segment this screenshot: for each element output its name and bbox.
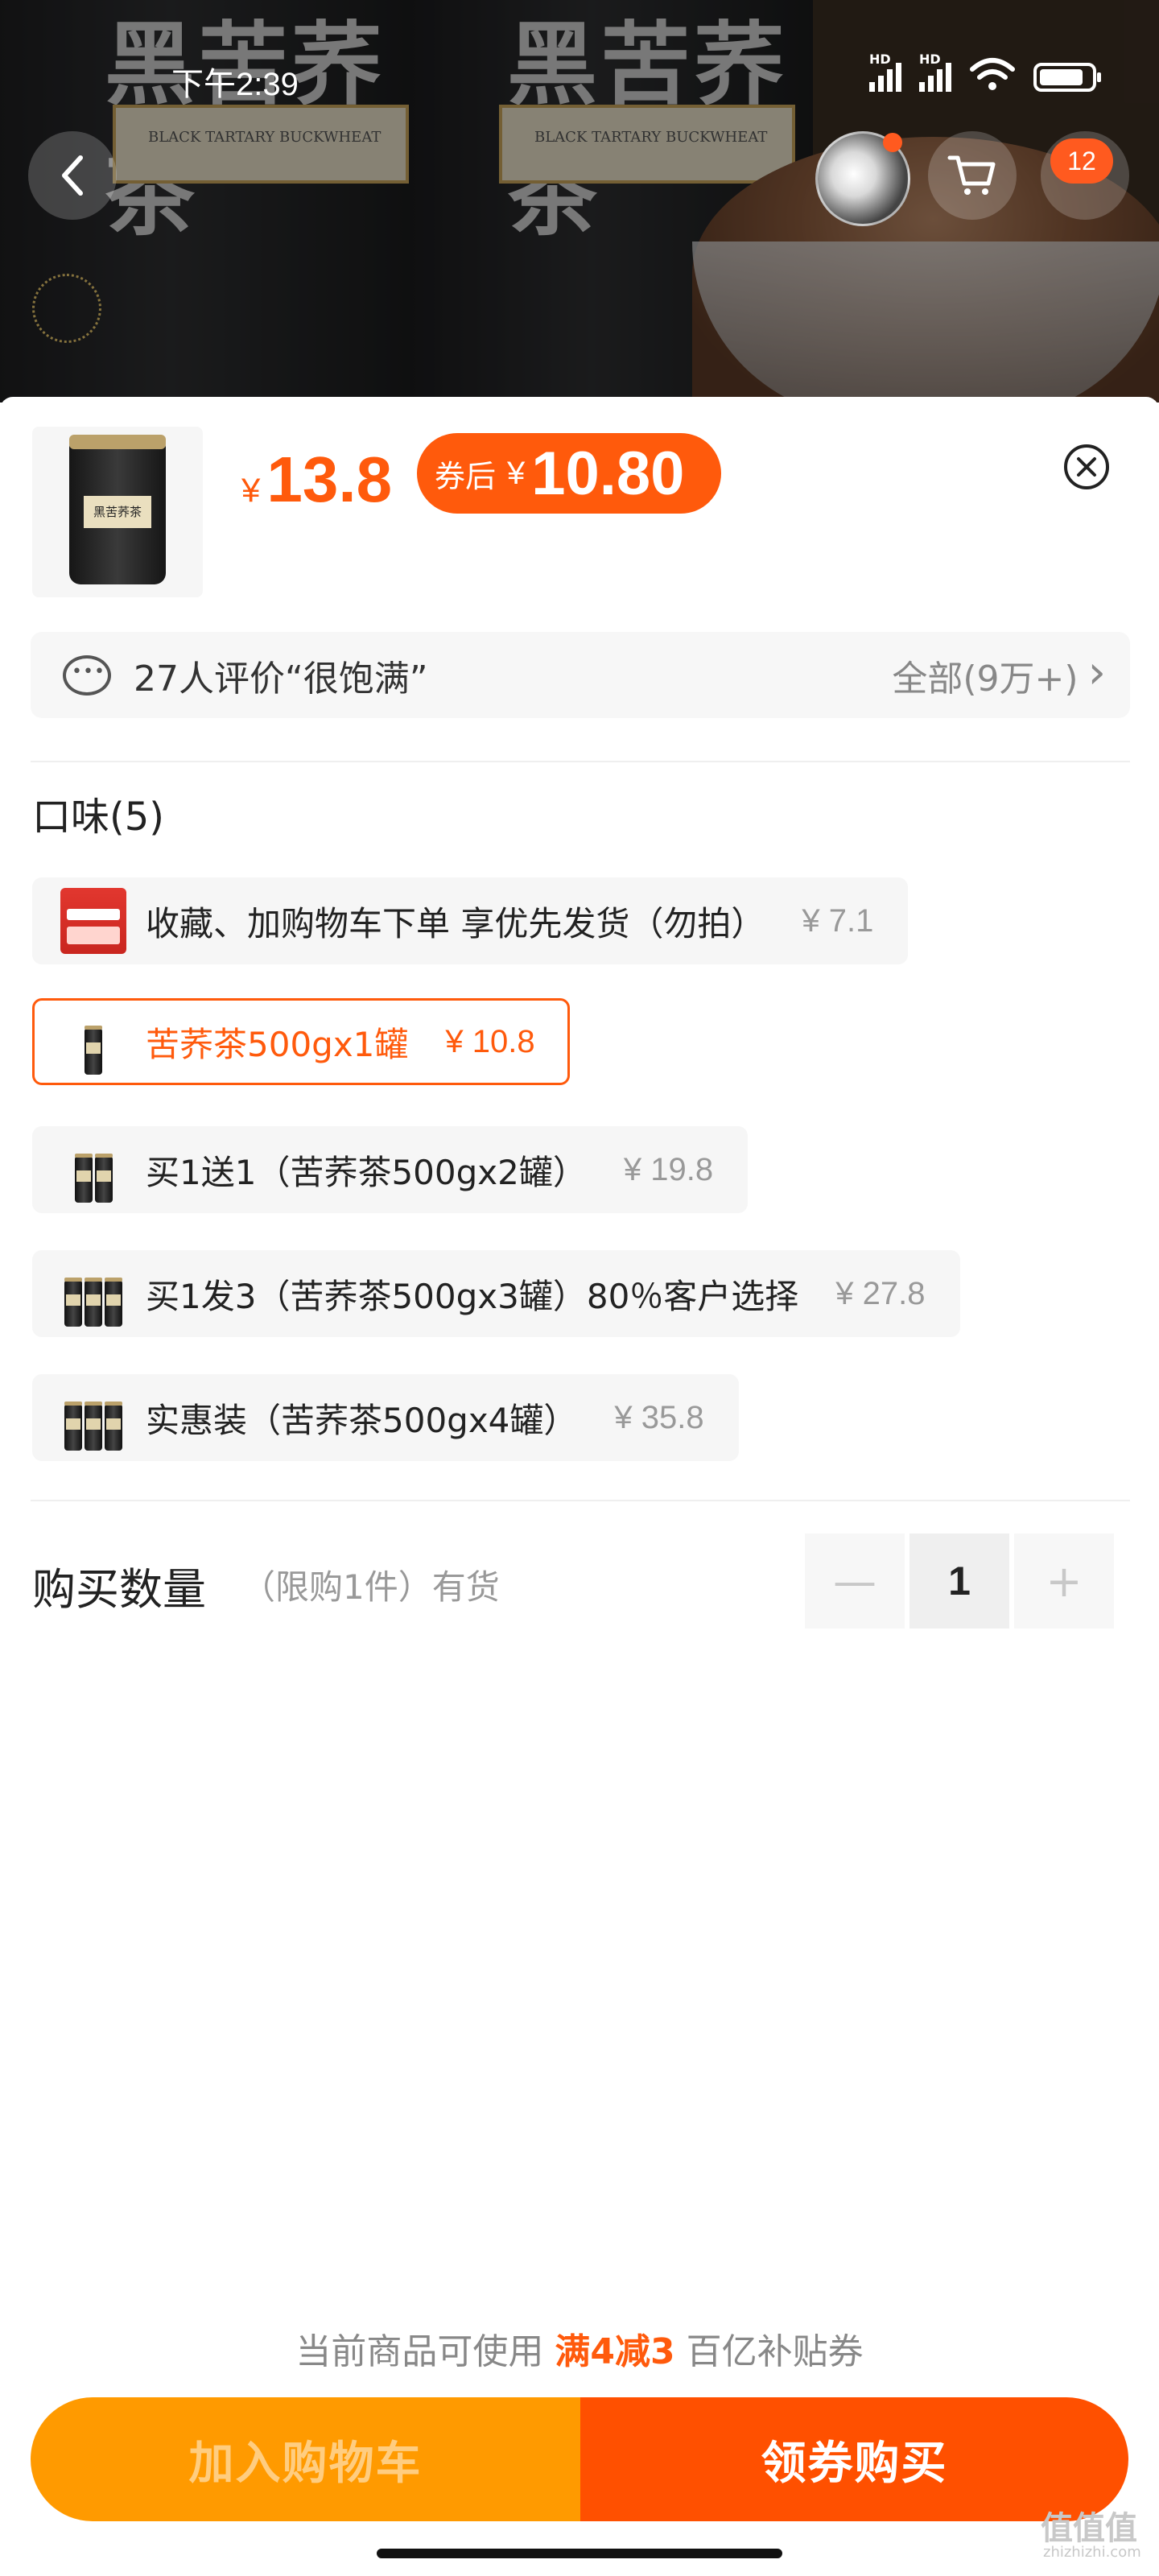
back-button[interactable]: [28, 131, 117, 220]
coupon-price-value: 10.80: [531, 439, 685, 508]
battery-icon: [1033, 63, 1101, 92]
review-summary-text: 27人评价“很饱满”: [134, 658, 428, 700]
status-bar: 下午2:39 HD HD: [0, 0, 1159, 113]
wifi-icon: [970, 58, 1015, 90]
flavor-option[interactable]: 收藏、加购物车下单 享优先发货（勿拍） ¥ 7.1: [32, 877, 909, 964]
coupon-price-label: 券后: [435, 458, 497, 494]
decrement-button[interactable]: —: [805, 1534, 905, 1629]
option-label: 实惠装（苦荞茶500gx4罐）: [146, 1400, 578, 1440]
coupon-price-pill: 券后 ¥ 10.80: [417, 433, 721, 514]
notification-dot: [883, 133, 902, 152]
count-badge: 12: [1050, 138, 1113, 184]
flavor-option[interactable]: 实惠装（苦荞茶500gx4罐） ¥ 35.8: [32, 1374, 739, 1461]
review-summary-bar[interactable]: 27人评价“很饱满” 全部(9万+) ›: [31, 632, 1130, 718]
close-icon: [1077, 457, 1096, 477]
coupon-note-before: 当前商品可使用: [295, 2331, 544, 2372]
coupon-note: 当前商品可使用 满4减3 百亿补贴券: [0, 2322, 1159, 2374]
quantity-value[interactable]: 1: [909, 1534, 1009, 1629]
option-label: 买1送1（苦荞茶500gx2罐）: [146, 1152, 587, 1192]
add-to-cart-button[interactable]: 加入购物车: [31, 2397, 580, 2521]
product-thumbnail[interactable]: 黑苦荞茶: [32, 427, 203, 597]
option-price: ¥ 27.8: [835, 1275, 926, 1311]
thumb-label: 黑苦荞茶: [84, 496, 151, 528]
chat-bubble-icon: [63, 654, 111, 696]
option-label: 收藏、加购物车下单 享优先发货（勿拍）: [146, 903, 765, 943]
option-thumbnail: [60, 1009, 126, 1075]
option-thumbnail: [60, 1385, 126, 1451]
status-time: 下午2:39: [171, 67, 299, 102]
option-price: ¥ 19.8: [623, 1151, 714, 1187]
sku-sheet: [0, 397, 1159, 2576]
battery-level: [1040, 69, 1083, 85]
hd-label: HD: [869, 52, 891, 67]
option-price: ¥ 35.8: [614, 1399, 704, 1435]
option-label: 苦荞茶500gx1罐: [146, 1024, 409, 1064]
cart-button[interactable]: [928, 131, 1017, 220]
purchase-bar: 加入购物车 领券购买: [31, 2397, 1128, 2521]
flavor-section-title: 口味(5): [32, 795, 164, 840]
cart-icon: [947, 155, 996, 195]
flavor-option[interactable]: 买1发3（苦荞茶500gx3罐）80％客户选择 ¥ 27.8: [32, 1250, 960, 1337]
coupon-note-highlight: 满4减3: [555, 2331, 675, 2372]
flavor-option-selected[interactable]: 苦荞茶500gx1罐 ¥ 10.8: [32, 998, 570, 1085]
hd-label: HD: [919, 52, 941, 67]
price-currency: ¥: [241, 471, 261, 509]
increment-button[interactable]: +: [1014, 1534, 1114, 1629]
status-icons: HD HD: [869, 52, 1101, 92]
review-all-link[interactable]: 全部(9万+): [892, 650, 1078, 701]
divider: [31, 1500, 1130, 1501]
flavor-option[interactable]: 买1送1（苦荞茶500gx2罐） ¥ 19.8: [32, 1126, 749, 1213]
thumb-can: 黑苦荞茶: [69, 435, 166, 584]
option-thumbnail: [60, 888, 126, 954]
quantity-note: （限购1件）有货: [241, 1567, 500, 1607]
price: ¥ 13.8: [241, 443, 392, 517]
quantity-label: 购买数量: [32, 1564, 206, 1615]
watermark: 值值值: [1041, 2510, 1137, 2547]
option-price: ¥ 7.1: [802, 902, 874, 939]
divider: [31, 761, 1130, 762]
chevron-left-icon: [62, 155, 83, 196]
coupon-note-after: 百亿补贴券: [686, 2331, 864, 2372]
price-value: 13.8: [266, 444, 393, 515]
coupon-price-currency: ¥: [507, 455, 526, 491]
close-button[interactable]: [1064, 444, 1109, 489]
option-price: ¥ 10.8: [445, 1023, 535, 1059]
option-label: 买1发3（苦荞茶500gx3罐）80％客户选择: [146, 1276, 799, 1316]
quantity-stepper: — 1 +: [805, 1534, 1119, 1629]
signal-icon: HD: [919, 52, 951, 92]
home-indicator[interactable]: [377, 2549, 782, 2558]
signal-icon: HD: [869, 52, 901, 92]
option-thumbnail: [60, 1261, 126, 1327]
chevron-right-icon: ›: [1087, 646, 1106, 699]
option-thumbnail: [60, 1137, 126, 1203]
watermark-sub: zhizhizhi.com: [1043, 2544, 1141, 2561]
